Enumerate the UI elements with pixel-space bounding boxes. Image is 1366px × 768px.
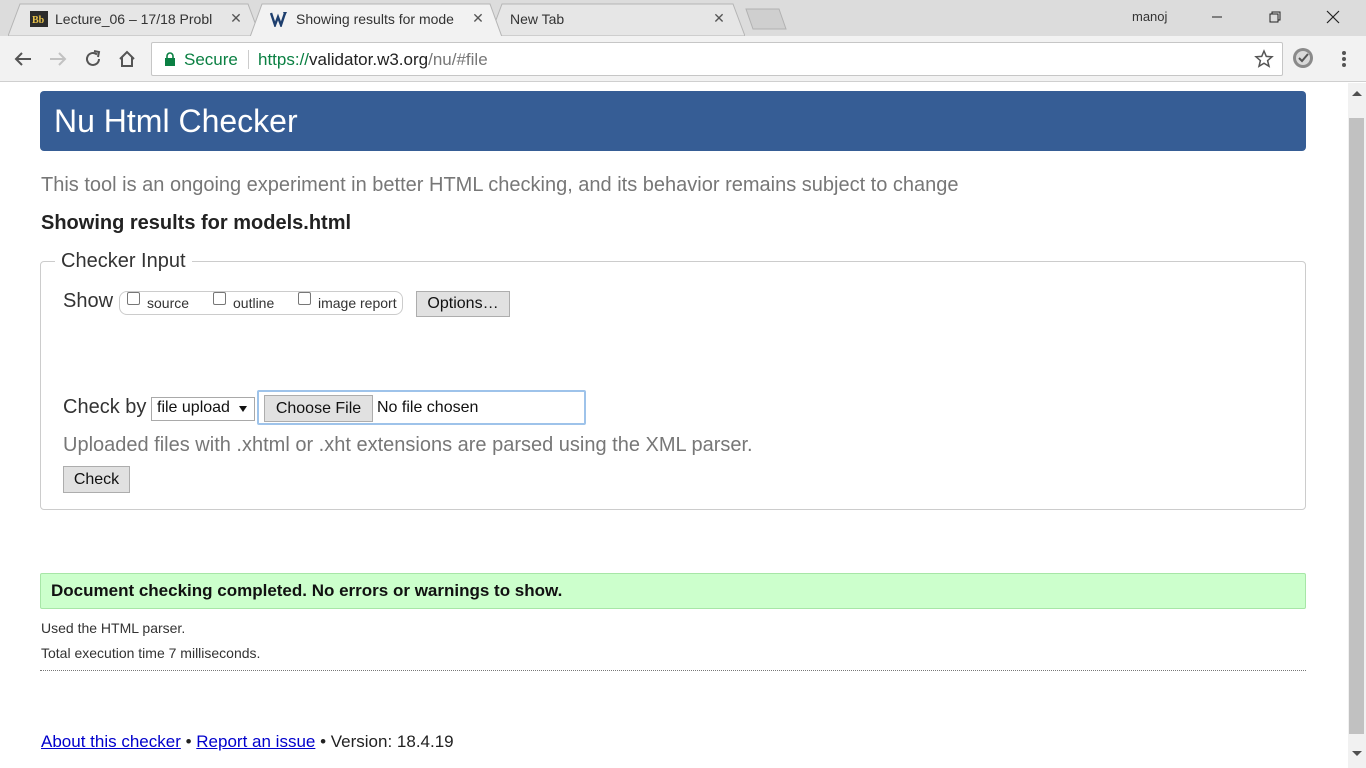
back-arrow-icon[interactable] xyxy=(12,48,34,70)
page-scrollbar[interactable] xyxy=(1348,83,1366,768)
home-icon[interactable] xyxy=(116,48,138,70)
image-report-checkbox[interactable] xyxy=(298,292,311,305)
w3c-nu-icon xyxy=(269,11,288,29)
restore-icon[interactable] xyxy=(1246,0,1304,34)
choose-file-button[interactable]: Choose File xyxy=(264,395,373,422)
check-by-select[interactable]: file upload xyxy=(151,397,255,421)
extension-check-icon[interactable] xyxy=(1292,47,1314,69)
check-by-label: Check by xyxy=(63,396,147,418)
url-path: /nu/#file xyxy=(428,50,488,69)
new-tab-button[interactable] xyxy=(745,8,787,30)
url-scheme: https:// xyxy=(258,50,310,69)
minimize-icon[interactable] xyxy=(1188,0,1246,34)
report-issue-link[interactable]: Report an issue xyxy=(196,732,315,751)
page-banner: Nu Html Checker xyxy=(40,91,1306,151)
footer-bullet: • xyxy=(185,732,192,751)
kebab-menu-icon[interactable] xyxy=(1334,48,1354,70)
tab-close-icon[interactable]: ✕ xyxy=(711,10,727,26)
dropdown-caret-icon xyxy=(239,406,247,412)
dotted-divider xyxy=(40,670,1306,671)
no-file-chosen-text: No file chosen xyxy=(377,399,479,416)
url-host: validator.w3.org xyxy=(309,50,429,69)
tab-validator[interactable]: Showing results for mode ✕ xyxy=(250,3,502,36)
image-report-checkbox-label[interactable]: image report xyxy=(318,295,397,311)
scroll-up-arrow-icon[interactable] xyxy=(1352,91,1362,96)
bookmark-star-icon[interactable] xyxy=(1254,49,1274,69)
tab-close-icon[interactable]: ✕ xyxy=(470,10,486,26)
checker-input-fieldset: Checker Input xyxy=(40,250,1306,510)
page-title: Nu Html Checker xyxy=(54,103,298,139)
blackboard-bb-icon: Bb xyxy=(30,11,48,27)
execution-time: Total execution time 7 milliseconds. xyxy=(41,645,261,661)
parser-info: Used the HTML parser. xyxy=(41,620,186,636)
check-by-selected-value: file upload xyxy=(157,399,230,416)
tab-title: Lecture_06 – 17/18 Probl xyxy=(55,11,213,27)
version-text: • Version: 18.4.19 xyxy=(320,732,454,751)
check-button[interactable]: Check xyxy=(63,466,130,493)
checker-input-legend: Checker Input xyxy=(61,250,186,272)
forward-arrow-icon[interactable] xyxy=(47,48,69,70)
address-bar[interactable]: Secure https://validator.w3.org/nu/#file xyxy=(151,42,1283,76)
tab-lecture[interactable]: Bb Lecture_06 – 17/18 Probl ✕ xyxy=(8,3,260,36)
upload-parser-note: Uploaded files with .xhtml or .xht exten… xyxy=(63,434,753,456)
experiment-notice: This tool is an ongoing experiment in be… xyxy=(41,174,959,196)
lock-icon xyxy=(164,52,176,66)
omnibox-divider xyxy=(248,50,249,69)
tab-new-tab[interactable]: New Tab ✕ xyxy=(490,3,745,36)
scrollbar-thumb[interactable] xyxy=(1349,118,1364,734)
close-window-icon[interactable] xyxy=(1304,0,1362,34)
tab-title: Showing results for mode xyxy=(296,11,454,27)
options-button[interactable]: Options… xyxy=(416,291,510,317)
about-checker-link[interactable]: About this checker xyxy=(41,732,181,751)
secure-label: Secure xyxy=(184,50,238,69)
profile-name[interactable]: manoj xyxy=(1132,9,1167,24)
page-viewport: Nu Html Checker This tool is an ongoing … xyxy=(0,83,1348,768)
outline-checkbox-label[interactable]: outline xyxy=(233,295,274,311)
svg-text:Bb: Bb xyxy=(32,15,45,26)
reload-icon[interactable] xyxy=(82,48,104,70)
tab-title: New Tab xyxy=(510,11,565,27)
source-checkbox[interactable] xyxy=(127,292,140,305)
outline-checkbox[interactable] xyxy=(213,292,226,305)
source-checkbox-label[interactable]: source xyxy=(147,295,189,311)
scroll-down-arrow-icon[interactable] xyxy=(1352,751,1362,756)
page-footer: About this checker • Report an issue • V… xyxy=(41,732,454,752)
browser-toolbar: Secure https://validator.w3.org/nu/#file xyxy=(0,36,1366,82)
success-message: Document checking completed. No errors o… xyxy=(40,573,1306,609)
url-text[interactable]: https://validator.w3.org/nu/#file xyxy=(258,50,488,70)
tab-strip: Bb Lecture_06 – 17/18 Probl ✕ New Tab ✕ … xyxy=(0,0,1366,36)
tab-close-icon[interactable]: ✕ xyxy=(228,10,244,26)
show-label: Show xyxy=(63,290,114,312)
results-heading: Showing results for models.html xyxy=(41,212,352,234)
